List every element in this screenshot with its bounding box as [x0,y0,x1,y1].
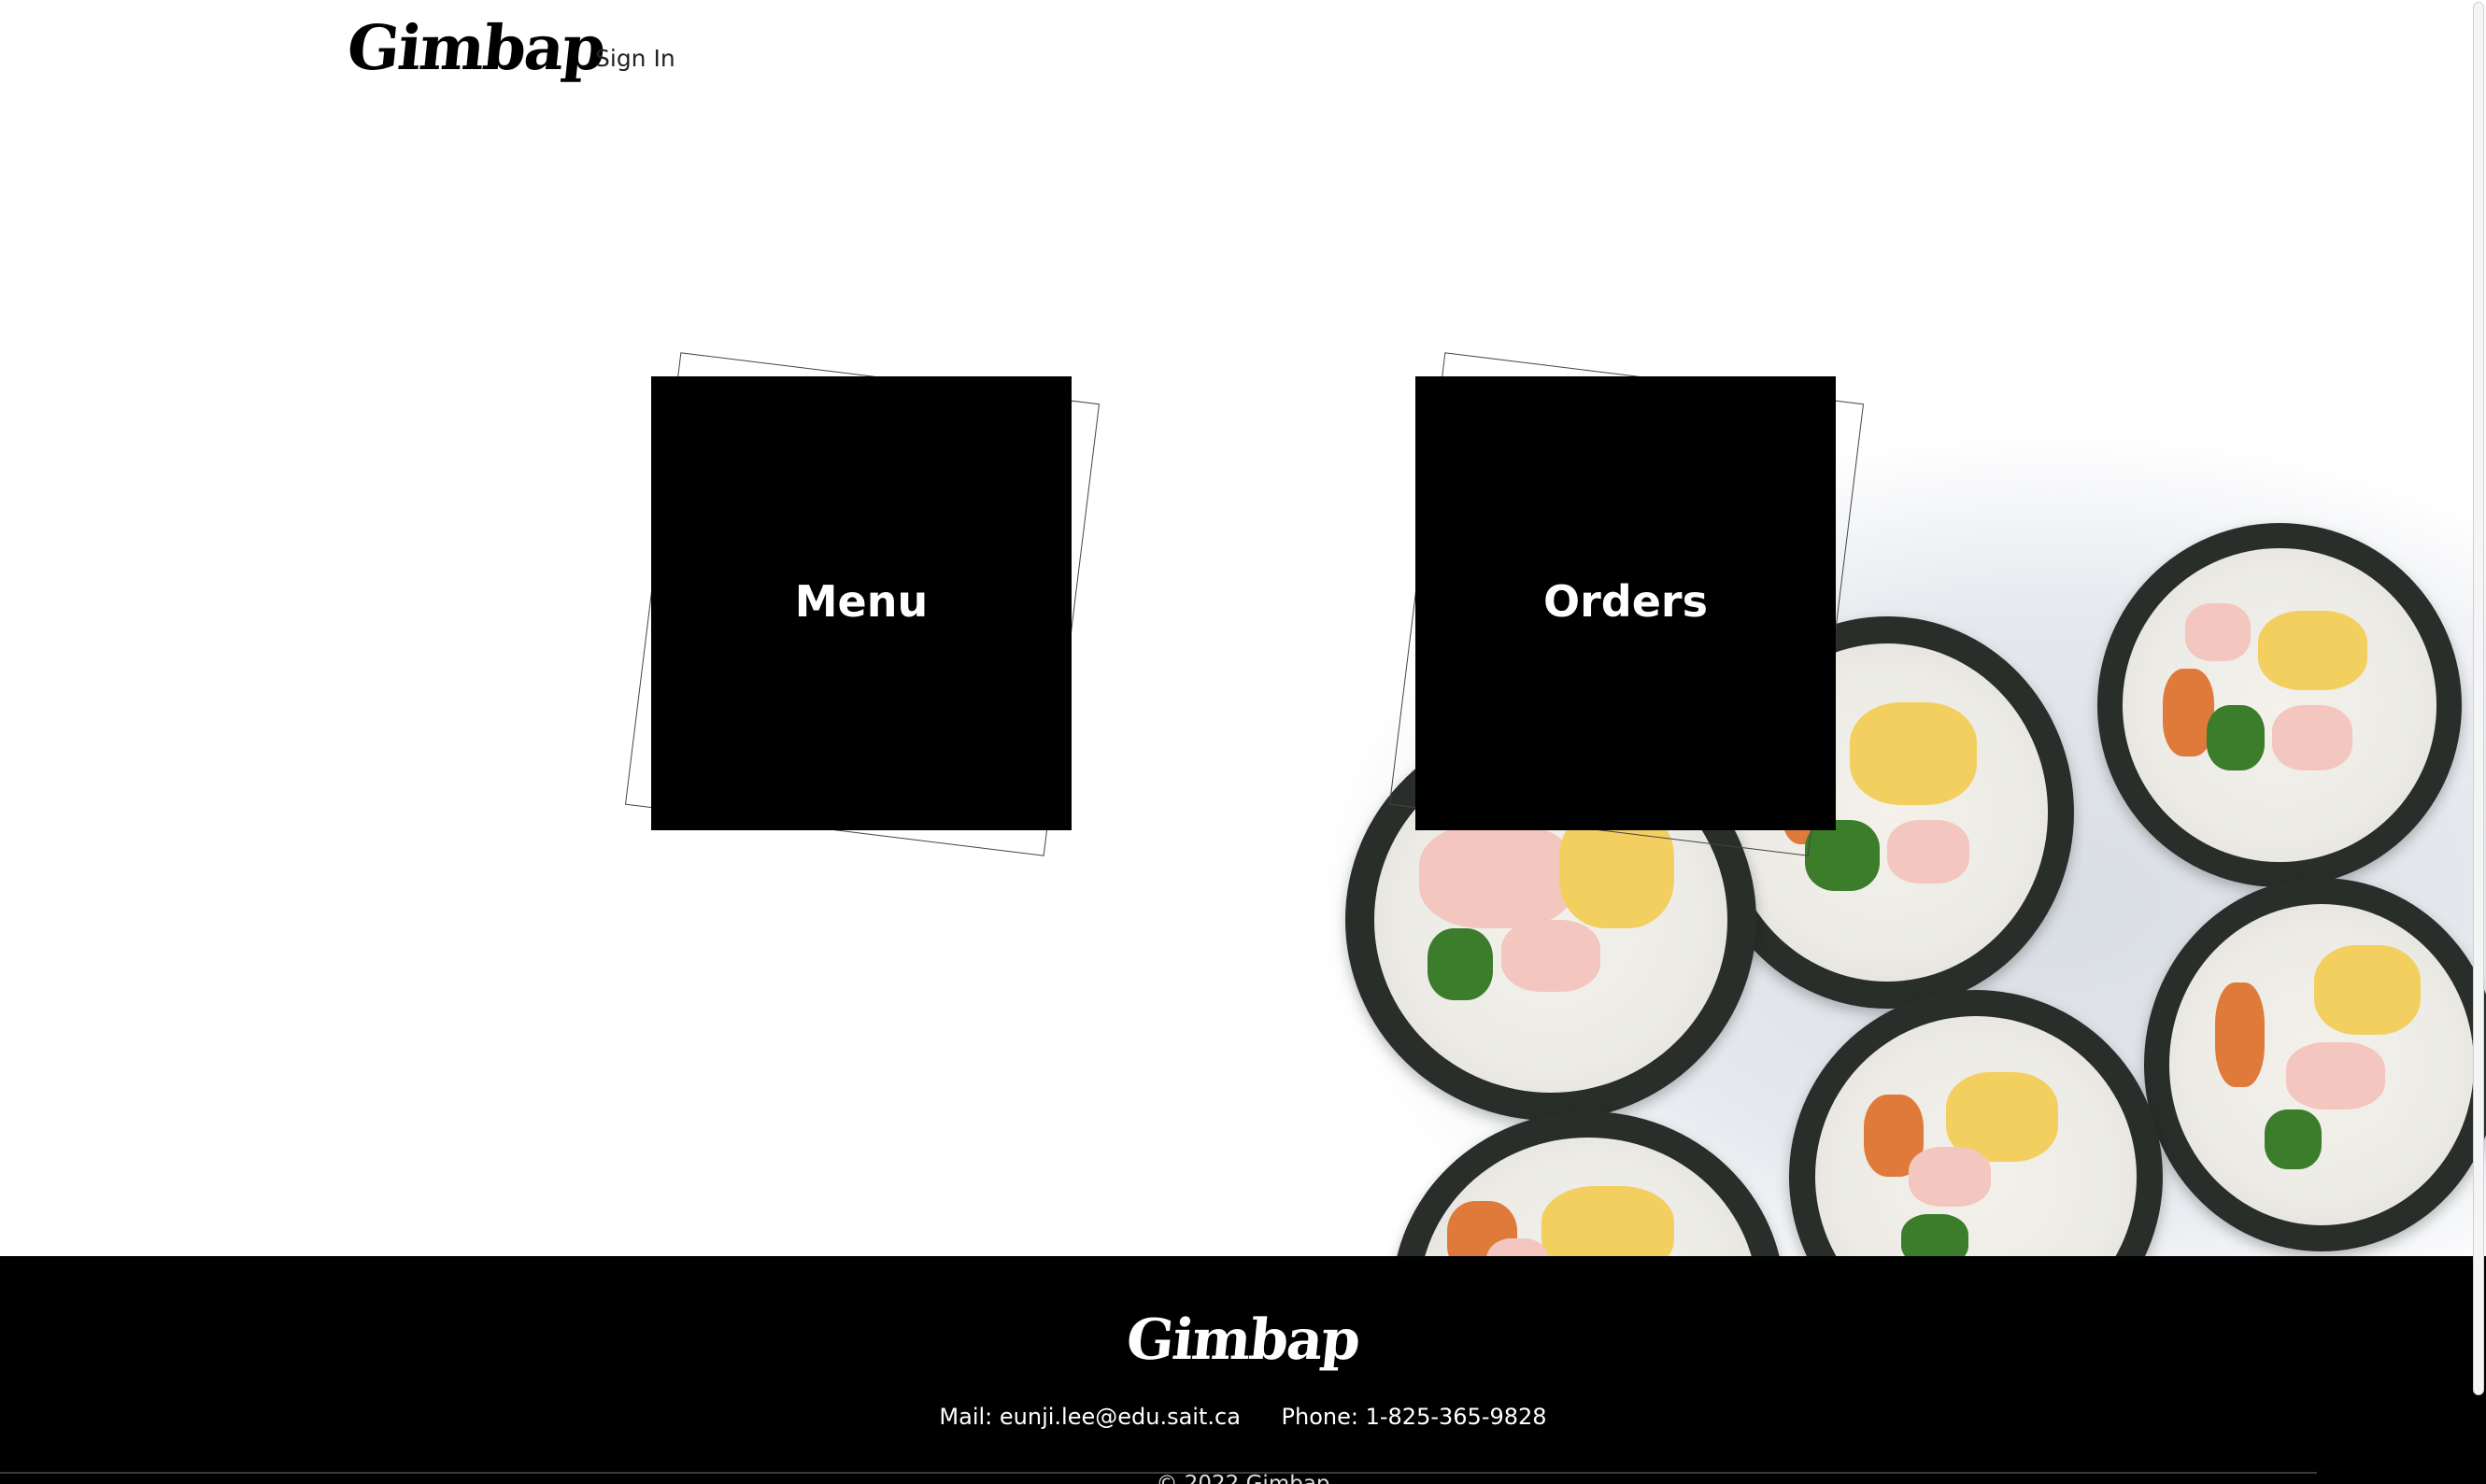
orders-card-wrapper: Orders [1388,352,1865,856]
footer-brand-logo: Gimbap [0,1307,2486,1373]
sign-in-link[interactable]: Sign In [595,45,675,72]
scrollbar-thumb[interactable] [2473,2,2484,1395]
gimbap-roll [2144,878,2486,1251]
page: Gimbap Sign In Menu Orders Gimbap Mail: … [0,0,2486,1484]
orders-card-button[interactable]: Orders [1415,376,1836,830]
site-header: Gimbap Sign In [0,0,2486,121]
footer-contact: Mail: eunji.lee@edu.sait.ca Phone: 1-825… [0,1404,2486,1430]
vertical-scrollbar[interactable] [2473,0,2486,1484]
menu-card-label: Menu [794,576,929,627]
footer-brand-text: Gimbap [1123,1307,1363,1373]
footer-phone[interactable]: Phone: 1-825-365-9828 [1282,1404,1547,1430]
menu-card-wrapper: Menu [624,352,1101,856]
site-footer: Gimbap Mail: eunji.lee@edu.sait.ca Phone… [0,1256,2486,1484]
orders-card-label: Orders [1543,576,1708,627]
menu-card-button[interactable]: Menu [651,376,1072,830]
footer-copyright: © 2022 Gimbap [1156,1472,1330,1484]
footer-mail[interactable]: Mail: eunji.lee@edu.sait.ca [939,1404,1240,1430]
gimbap-roll [2097,523,2462,887]
brand-logo[interactable]: Gimbap [344,11,608,84]
